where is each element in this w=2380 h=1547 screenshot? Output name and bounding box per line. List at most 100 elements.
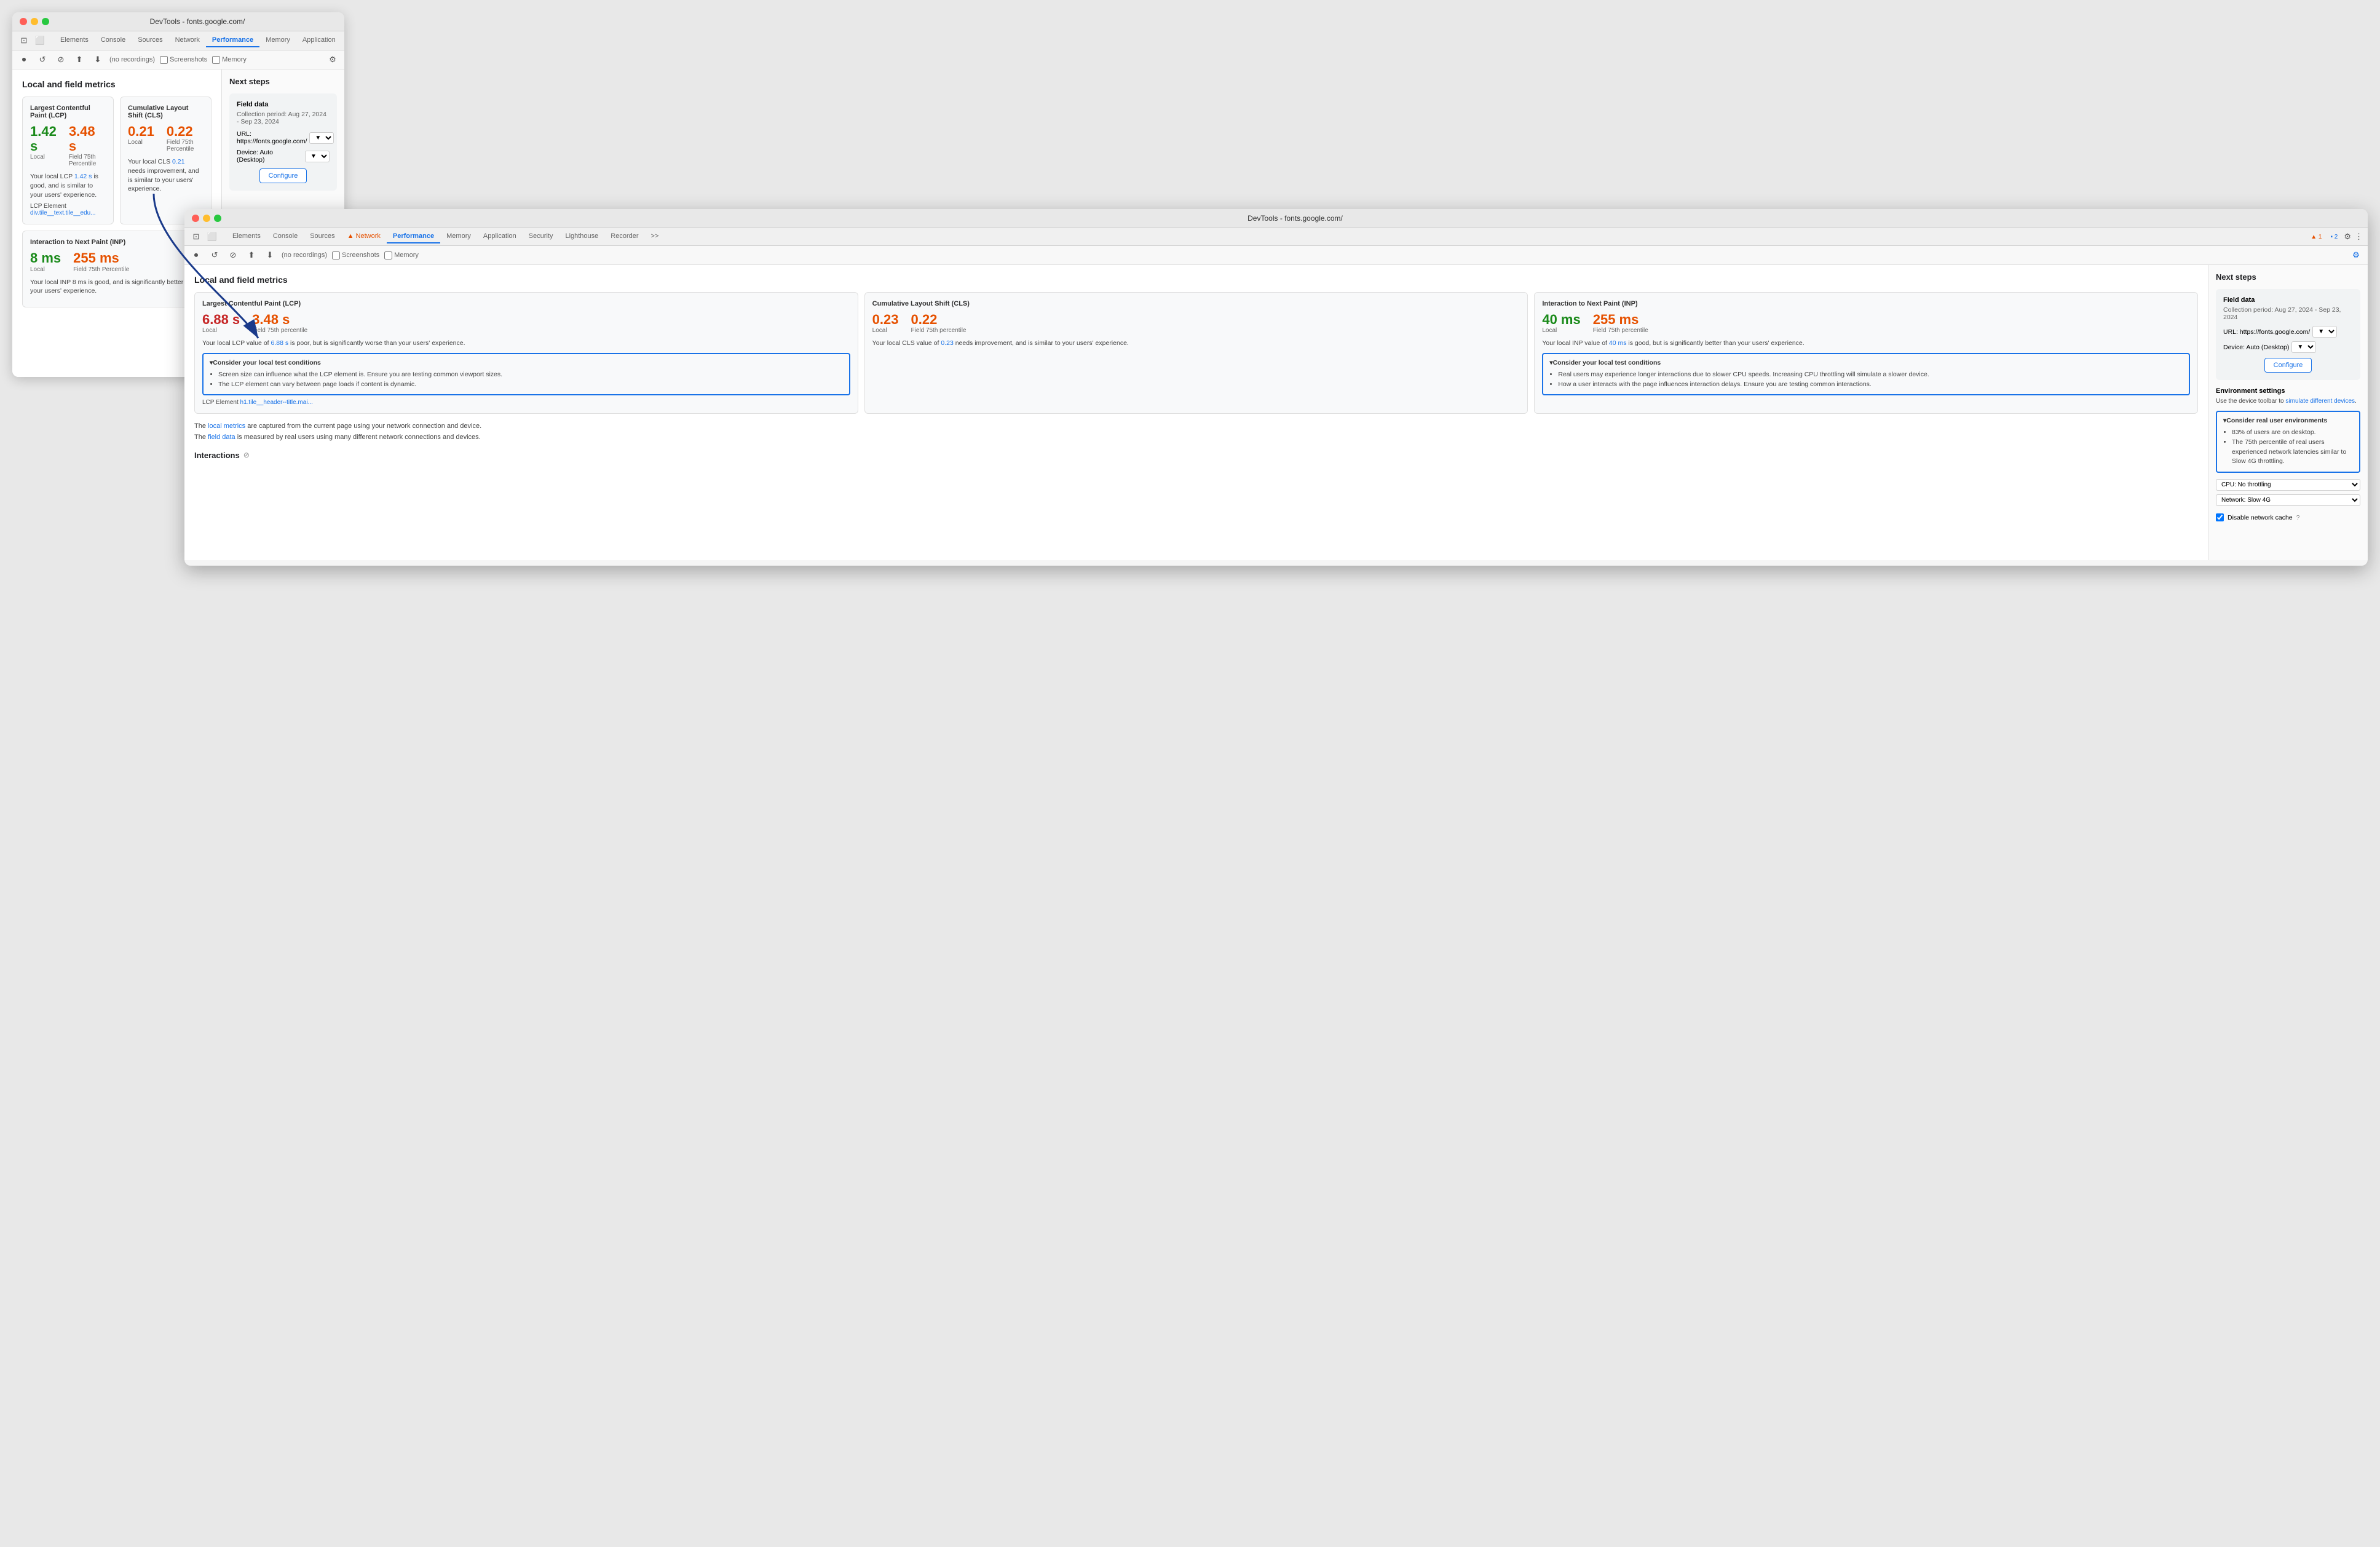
tab-sources[interactable]: Sources (132, 34, 168, 47)
front-close-button[interactable] (192, 215, 199, 222)
tab-console[interactable]: Console (95, 34, 132, 47)
front-cpu-select[interactable]: CPU: No throttling (2216, 479, 2360, 491)
bg-url-select[interactable]: ▼ (309, 132, 334, 144)
front-download-icon[interactable]: ⬇ (263, 248, 277, 262)
inspect-icon[interactable]: ⊡ (17, 34, 31, 47)
front-more-icon[interactable]: ⋮ (2355, 232, 2363, 242)
front-collection-period: Collection period: Aug 27, 2024 - Sep 23… (2223, 306, 2353, 321)
front-cls-val-link[interactable]: 0.23 (941, 339, 953, 347)
front-main-panel: Local and field metrics Largest Contentf… (184, 265, 2208, 560)
tab-elements[interactable]: Elements (54, 34, 95, 47)
front-tab-performance[interactable]: Performance (387, 230, 440, 243)
front-tab-recorder[interactable]: Recorder (604, 230, 644, 243)
front-tab-memory[interactable]: Memory (440, 230, 477, 243)
bg-url-label: URL: https://fonts.google.com/ (237, 130, 307, 145)
front-tab-bar: ⊡ ⬜ Elements Console Sources ▲ Network P… (184, 228, 2368, 246)
front-network-select[interactable]: Network: Slow 4G (2216, 494, 2360, 506)
front-tab-bar-inner: Elements Console Sources ▲ Network Perfo… (226, 230, 665, 243)
memory-label: Memory (222, 56, 247, 63)
front-interactions-title: Interactions (194, 451, 240, 460)
front-tab-network[interactable]: ▲ Network (341, 230, 387, 243)
front-inp-consider-title: ▾Consider your local test conditions (1549, 359, 2183, 366)
memory-checkbox[interactable]: Memory (212, 56, 247, 64)
tab-memory[interactable]: Memory (259, 34, 296, 47)
front-tab-security[interactable]: Security (523, 230, 559, 243)
front-inp-val-link[interactable]: 40 ms (1609, 339, 1627, 347)
minimize-button[interactable] (31, 18, 38, 25)
front-tab-sources[interactable]: Sources (304, 230, 341, 243)
front-lcp-element-link[interactable]: h1.tile__header--title.mai... (240, 399, 313, 406)
front-device-icon[interactable]: ⬜ (205, 230, 219, 243)
bg-lcp-link[interactable]: 1.42 s (74, 173, 92, 180)
front-inspect-icon[interactable]: ⊡ (189, 230, 203, 243)
front-footer-line2: The field data is measured by real users… (194, 432, 2198, 443)
bg-inp-field-value: 255 ms (73, 251, 129, 266)
bg-inp-local: 8 ms Local (30, 251, 61, 272)
front-reload-icon[interactable]: ↺ (208, 248, 221, 262)
bg-lcp-field-label: Field 75th Percentile (69, 154, 106, 167)
front-minimize-button[interactable] (203, 215, 210, 222)
reload-icon[interactable]: ↺ (36, 53, 49, 66)
front-maximize-button[interactable] (214, 215, 221, 222)
screenshots-checkbox[interactable]: Screenshots (160, 56, 207, 64)
front-tab-application[interactable]: Application (477, 230, 523, 243)
screenshots-label: Screenshots (170, 56, 207, 63)
front-settings-icon[interactable]: ⚙ (2344, 232, 2351, 242)
front-screenshots-checkbox[interactable]: Screenshots (332, 251, 379, 259)
front-tab-lighthouse[interactable]: Lighthouse (559, 230, 604, 243)
bg-cls-link[interactable]: 0.21 (172, 158, 184, 165)
clear-icon[interactable]: ⊘ (54, 53, 68, 66)
front-upload-icon[interactable]: ⬆ (245, 248, 258, 262)
front-traffic-lights (192, 215, 221, 222)
device-icon[interactable]: ⬜ (33, 34, 47, 47)
front-local-metrics-link[interactable]: local metrics (208, 422, 245, 430)
bg-inp-local-value: 8 ms (30, 251, 61, 266)
front-memory-checkbox[interactable]: Memory (384, 251, 419, 259)
front-record-icon[interactable]: ⏺ (189, 248, 203, 262)
upload-icon[interactable]: ⬆ (73, 53, 86, 66)
bg-cls-local-label: Local (128, 139, 154, 146)
front-tab-elements[interactable]: Elements (226, 230, 267, 243)
close-button[interactable] (20, 18, 27, 25)
front-url-select[interactable]: ▼ (2312, 326, 2337, 338)
bg-lcp-element-link[interactable]: div.tile__text.tile__edu... (30, 210, 96, 216)
front-consider-real-item-1: The 75th percentile of real users experi… (2232, 438, 2353, 467)
front-lcp-field: 3.48 s Field 75th percentile (252, 312, 307, 334)
tab-performance[interactable]: Performance (206, 34, 259, 47)
front-inp-local-label: Local (1542, 327, 1580, 334)
front-inp-consider-item-1: How a user interacts with the page influ… (1558, 380, 2183, 390)
front-settings2-icon[interactable]: ⚙ (2349, 248, 2363, 262)
download-icon[interactable]: ⬇ (91, 53, 105, 66)
front-lcp-field-label: Field 75th percentile (252, 327, 307, 334)
maximize-button[interactable] (42, 18, 49, 25)
front-env-section: Environment settings Use the device tool… (2216, 387, 2360, 521)
bg-field-data: Field data Collection period: Aug 27, 20… (229, 93, 337, 191)
bg-device-select[interactable]: ▼ (305, 151, 330, 162)
front-tab-console[interactable]: Console (267, 230, 304, 243)
settings2-icon[interactable]: ⚙ (326, 53, 339, 66)
front-lcp-desc: Your local LCP value of 6.88 s is poor, … (202, 339, 850, 348)
front-field-data-link[interactable]: field data (208, 433, 235, 441)
front-cls-field: 0.22 Field 75th percentile (911, 312, 966, 334)
tab-application[interactable]: Application (296, 34, 342, 47)
record-icon[interactable]: ⏺ (17, 53, 31, 66)
front-titlebar: DevTools - fonts.google.com/ (184, 209, 2368, 228)
bg-inp-desc: Your local INP 8 ms is good, and is sign… (30, 278, 204, 296)
front-tab-more[interactable]: >> (645, 230, 665, 243)
tab-security[interactable]: Security (342, 34, 344, 47)
front-clear-icon[interactable]: ⊘ (226, 248, 240, 262)
front-consider-real-list: 83% of users are on desktop. The 75th pe… (2223, 428, 2353, 467)
bg-inp-field: 255 ms Field 75th Percentile (73, 251, 129, 272)
front-lcp-val-link[interactable]: 6.88 s (271, 339, 289, 347)
front-configure-button[interactable]: Configure (2264, 358, 2312, 373)
front-lcp-consider-item-0: Screen size can influence what the LCP e… (218, 370, 843, 380)
bg-cls-field-label: Field 75th Percentile (167, 139, 204, 152)
tab-network[interactable]: Network (169, 34, 206, 47)
bg-lcp-field: 3.48 s Field 75th Percentile (69, 124, 106, 167)
front-disable-cache-checkbox[interactable] (2216, 513, 2224, 521)
front-device-select[interactable]: ▼ (2291, 341, 2316, 353)
bg-configure-button[interactable]: Configure (259, 168, 307, 183)
front-simulate-link[interactable]: simulate different devices (2285, 398, 2355, 405)
front-no-recordings-label: (no recordings) (282, 251, 327, 259)
front-consider-real-item-0: 83% of users are on desktop. (2232, 428, 2353, 438)
